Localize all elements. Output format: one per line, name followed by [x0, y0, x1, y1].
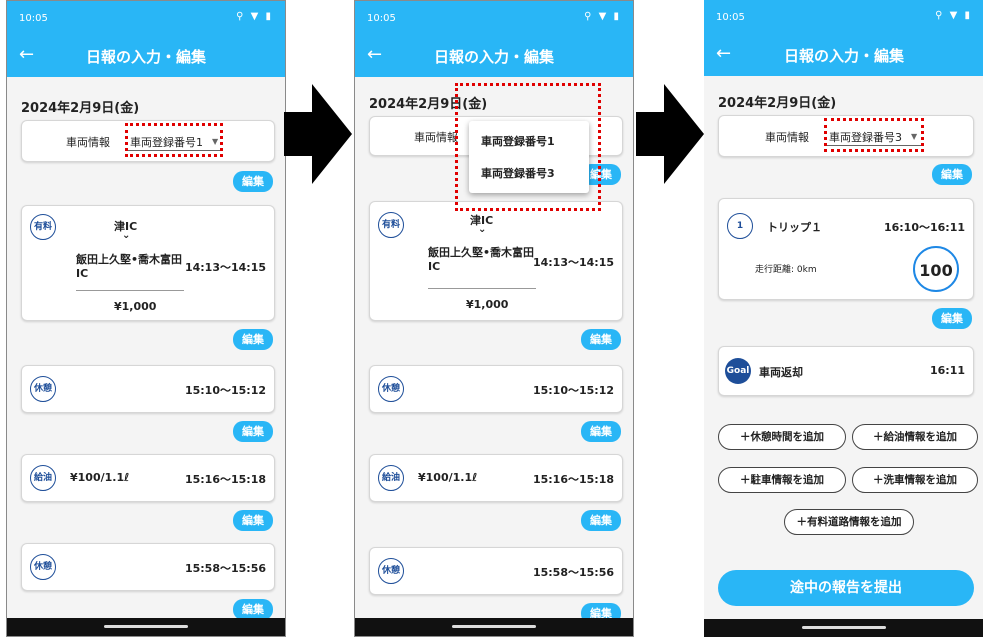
divider [428, 288, 536, 289]
edit-button[interactable]: 編集 [233, 421, 273, 442]
trip-score: 100 [913, 246, 959, 292]
home-indicator[interactable] [452, 625, 536, 628]
trip-time: 16:10〜16:11 [883, 221, 965, 234]
report-date: 2024年2月9日(金) [21, 101, 140, 116]
status-time: 10:05 [367, 13, 396, 24]
trip-distance: 走行距離: 0km [755, 265, 817, 275]
add-rest-button[interactable]: ＋休憩時間を追加 [718, 424, 846, 450]
nav-bar [704, 619, 983, 637]
chevron-down-icon: ⌄ [122, 230, 131, 241]
trip-card: 1 トリップ１ 16:10〜16:11 走行距離: 0km 100 [718, 198, 974, 300]
chevron-down-icon: ⌄ [478, 224, 487, 235]
fuel-badge: 給油 [378, 465, 404, 491]
toll-card: 有料 津IC ⌄ 飯田上久堅•喬木富田 IC 14:13〜14:15 ¥1,00… [369, 201, 623, 321]
phone-screen-1: 10:05 ⚲ ▼ ▮ ← 日報の入力・編集 2024年2月9日(金) 車両情報… [6, 0, 286, 637]
page-title: 日報の入力・編集 [85, 48, 206, 66]
page-title: 日報の入力・編集 [433, 48, 554, 66]
toll-card: 有料 津IC ⌄ 飯田上久堅•喬木富田 IC 14:13〜14:15 ¥1,00… [21, 205, 275, 321]
rest-card: 休憩 15:10〜15:12 [369, 365, 623, 413]
arrow-right-icon [284, 84, 352, 184]
edit-button[interactable]: 編集 [233, 329, 273, 350]
fuel-card: 給油 ¥100/1.1ℓ 15:16〜15:18 [369, 454, 623, 502]
app-bar: ← 日報の入力・編集 [7, 35, 285, 77]
app-bar: ← 日報の入力・編集 [355, 35, 633, 77]
fuel-badge: 給油 [30, 465, 56, 491]
phone-screen-3: 10:05 ⚲ ▼ ▮ ← 日報の入力・編集 2024年2月9日(金) 車両情報… [704, 0, 983, 637]
fuel-text: ¥100/1.1ℓ [70, 471, 130, 484]
highlight-box [455, 83, 601, 211]
home-indicator[interactable] [104, 625, 188, 628]
edit-button[interactable]: 編集 [581, 421, 621, 442]
toll-time: 14:13〜14:15 [532, 256, 614, 269]
edit-button[interactable]: 編集 [233, 510, 273, 531]
page-title: 日報の入力・編集 [783, 47, 904, 65]
status-bar: 10:05 ⚲ ▼ ▮ [704, 0, 983, 34]
report-date: 2024年2月9日(金) [718, 96, 837, 111]
rest-time: 15:10〜15:12 [184, 384, 266, 397]
add-toll-button[interactable]: ＋有料道路情報を追加 [784, 509, 914, 535]
status-bar: 10:05 ⚲ ▼ ▮ [355, 1, 633, 35]
rest-card: 休憩 15:58〜15:56 [21, 543, 275, 591]
home-indicator[interactable] [802, 626, 886, 629]
highlight-box [125, 123, 223, 157]
edit-button[interactable]: 編集 [581, 329, 621, 350]
nav-bar [7, 618, 285, 636]
add-fuel-button[interactable]: ＋給油情報を追加 [852, 424, 978, 450]
screen-content: 2024年2月9日(金) 車両情報 車両登録番号1 ▼ 編集 有料 津IC ⌄ … [7, 77, 285, 620]
status-bar: 10:05 ⚲ ▼ ▮ [7, 1, 285, 35]
divider [76, 290, 184, 291]
fuel-card: 給油 ¥100/1.1ℓ 15:16〜15:18 [21, 454, 275, 502]
edit-button[interactable]: 編集 [581, 510, 621, 531]
rest-badge: 休憩 [378, 376, 404, 402]
rest-card: 休憩 15:58〜15:56 [369, 547, 623, 595]
toll-to-suffix: IC [428, 260, 441, 273]
app-bar: ← 日報の入力・編集 [704, 34, 983, 76]
add-wash-button[interactable]: ＋洗車情報を追加 [852, 467, 978, 493]
rest-badge: 休憩 [30, 376, 56, 402]
toll-amount: ¥1,000 [466, 298, 509, 311]
status-time: 10:05 [716, 12, 745, 23]
vehicle-label: 車両情報 [66, 136, 110, 149]
trip-label: トリップ１ [767, 221, 822, 234]
toll-to: 飯田上久堅•喬木富田 [428, 246, 535, 259]
edit-button[interactable]: 編集 [233, 171, 273, 192]
toll-to-suffix: IC [76, 267, 89, 280]
rest-time: 15:58〜15:56 [184, 562, 266, 575]
rest-badge: 休憩 [30, 554, 56, 580]
toll-badge: 有料 [30, 214, 56, 240]
nav-bar [355, 618, 633, 636]
toll-badge: 有料 [378, 212, 404, 238]
rest-badge: 休憩 [378, 558, 404, 584]
edit-button[interactable]: 編集 [932, 164, 972, 185]
status-icons: ⚲ ▼ ▮ [236, 11, 273, 22]
edit-button[interactable]: 編集 [233, 599, 273, 620]
highlight-box [824, 118, 924, 152]
fuel-time: 15:16〜15:18 [532, 473, 614, 486]
toll-amount: ¥1,000 [114, 300, 157, 313]
toll-time: 14:13〜14:15 [184, 261, 266, 274]
fuel-time: 15:16〜15:18 [184, 473, 266, 486]
toll-to: 飯田上久堅•喬木富田 [76, 253, 183, 266]
arrow-right-icon [636, 84, 704, 184]
screen-content: 2024年2月9日(金) 車両情報 編集 有料 津IC ⌄ 飯田上久堅•喬木富田… [355, 77, 633, 624]
rest-time: 15:10〜15:12 [532, 384, 614, 397]
trip-number-badge: 1 [727, 213, 753, 239]
goal-time: 16:11 [929, 364, 965, 377]
status-icons: ⚲ ▼ ▮ [584, 11, 621, 22]
screen-content: 2024年2月9日(金) 車両情報 車両登録番号3 ▼ 編集 1 トリップ１ 1… [704, 76, 983, 619]
status-time: 10:05 [19, 13, 48, 24]
vehicle-label: 車両情報 [414, 131, 458, 144]
phone-screen-2: 10:05 ⚲ ▼ ▮ ← 日報の入力・編集 2024年2月9日(金) 車両情報… [354, 0, 634, 637]
fuel-text: ¥100/1.1ℓ [418, 471, 478, 484]
goal-card: Goal 車両返却 16:11 [718, 346, 974, 396]
goal-badge: Goal [725, 358, 751, 384]
rest-time: 15:58〜15:56 [532, 566, 614, 579]
vehicle-label: 車両情報 [765, 131, 809, 144]
rest-card: 休憩 15:10〜15:12 [21, 365, 275, 413]
add-parking-button[interactable]: ＋駐車情報を追加 [718, 467, 846, 493]
submit-report-button[interactable]: 途中の報告を提出 [718, 570, 974, 606]
edit-button[interactable]: 編集 [932, 308, 972, 329]
goal-label: 車両返却 [759, 366, 803, 379]
status-icons: ⚲ ▼ ▮ [935, 10, 972, 21]
